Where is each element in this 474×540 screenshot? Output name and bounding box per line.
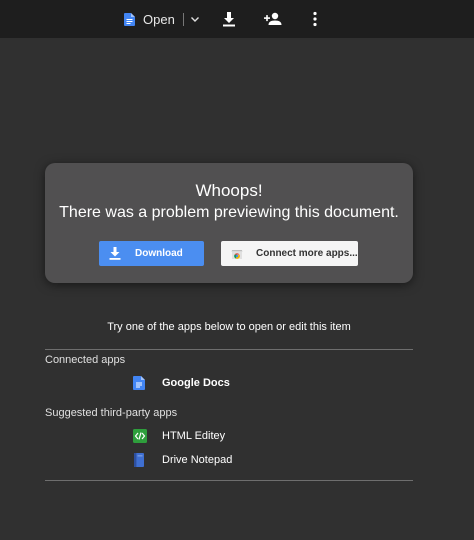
docs-icon	[124, 12, 135, 26]
connect-more-apps-button[interactable]: Connect more apps...	[221, 241, 358, 266]
divider	[45, 349, 413, 350]
download-icon[interactable]	[220, 10, 238, 28]
open-with-button[interactable]: Open	[124, 9, 200, 29]
download-label: Download	[135, 248, 183, 259]
app-google-docs[interactable]: Google Docs	[133, 374, 230, 392]
toolbar-divider	[182, 12, 184, 26]
dialog-message: There was a problem previewing this docu…	[59, 204, 399, 221]
app-name: HTML Editey	[162, 430, 226, 442]
app-name: Drive Notepad	[162, 454, 233, 466]
apps-prompt: Try one of the apps below to open or edi…	[107, 321, 351, 333]
connected-apps-heading: Connected apps	[45, 354, 126, 366]
download-icon	[109, 247, 121, 260]
more-vert-icon[interactable]	[306, 10, 324, 28]
drive-notepad-icon	[134, 453, 144, 467]
chevron-down-icon[interactable]	[190, 14, 200, 24]
preview-error-dialog: Whoops! There was a problem previewing t…	[45, 163, 413, 283]
app-html-editey[interactable]: HTML Editey	[133, 427, 225, 445]
suggested-apps-heading: Suggested third-party apps	[45, 407, 178, 419]
dialog-title: Whoops!	[195, 181, 263, 200]
divider	[45, 480, 413, 481]
app-drive-notepad[interactable]: Drive Notepad	[133, 451, 232, 469]
download-button[interactable]: Download	[99, 241, 204, 266]
chrome-web-store-icon	[231, 249, 243, 259]
google-docs-icon	[133, 376, 145, 390]
app-name: Google Docs	[162, 377, 230, 389]
html-editey-icon	[133, 429, 147, 443]
open-label: Open	[143, 11, 175, 27]
add-person-icon[interactable]	[263, 10, 283, 28]
top-toolbar: Open	[0, 0, 474, 38]
connect-more-apps-label: Connect more apps...	[256, 248, 358, 259]
